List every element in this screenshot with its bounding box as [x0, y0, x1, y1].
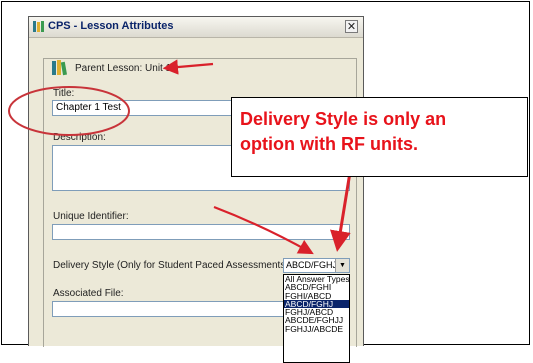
arrow-to-delivery-select [213, 205, 314, 255]
title-highlight-ellipse [8, 86, 130, 136]
callout-line-1: Delivery Style is only an [240, 109, 447, 129]
annotation-callout: Delivery Style is only an option with RF… [231, 97, 528, 177]
arrow-to-parent-lesson [162, 59, 214, 75]
callout-line-2: option with RF units. [240, 134, 418, 154]
